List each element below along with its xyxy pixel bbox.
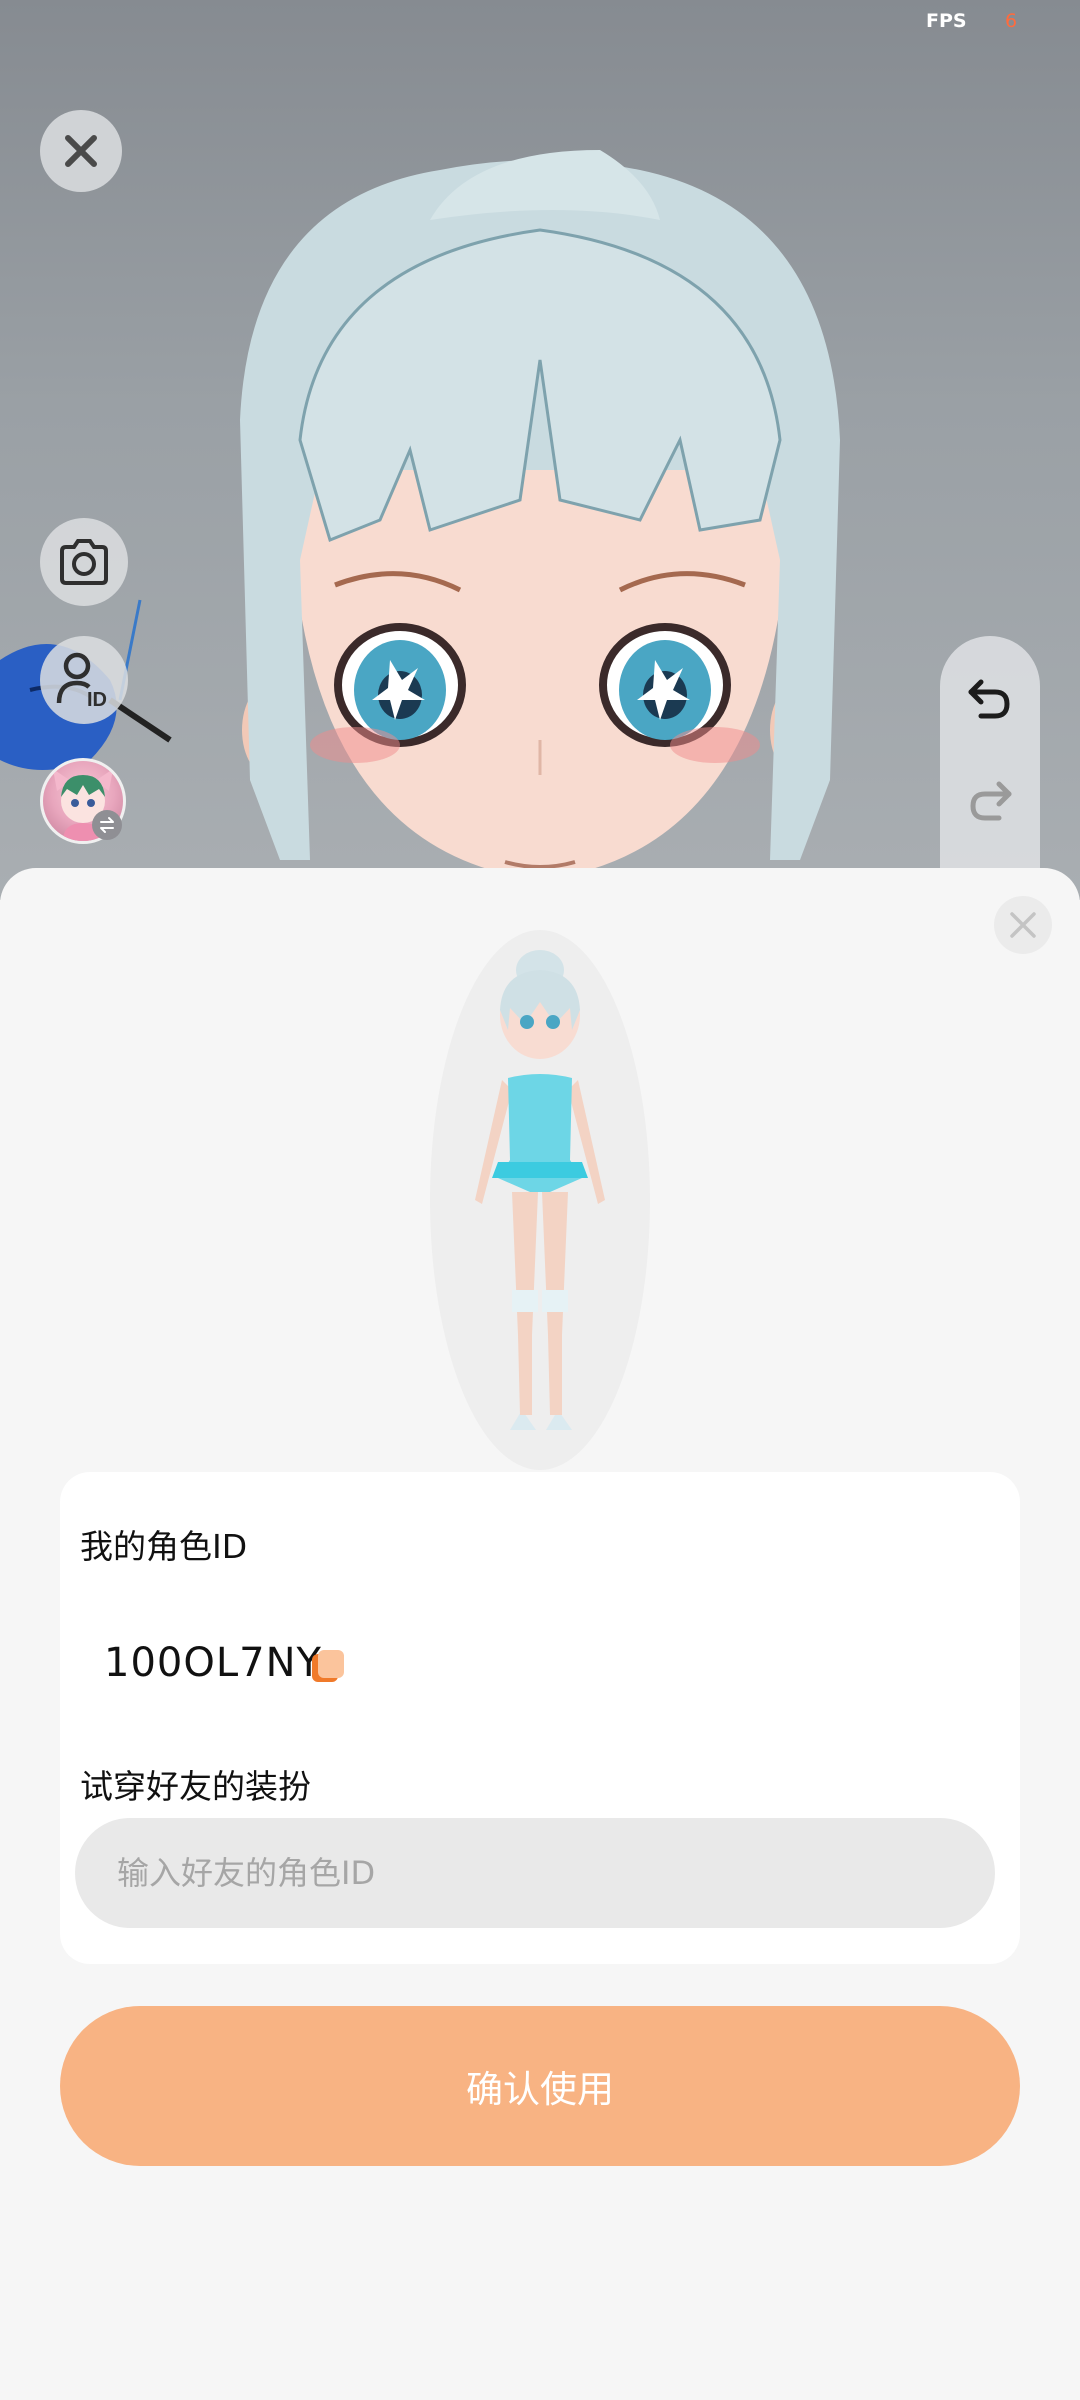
fps-value: 6 [1005, 10, 1018, 32]
undo-icon [968, 679, 1010, 719]
avatar-3d-viewport[interactable]: FPS 6 ID [0, 0, 1080, 900]
try-friend-outfit-label: 试穿好友的装扮 [80, 1767, 311, 1806]
swap-character-badge[interactable] [92, 810, 122, 840]
my-role-id-label: 我的角色ID [80, 1527, 248, 1566]
confirm-use-button[interactable]: 确认使用 [60, 2006, 1020, 2166]
camera-icon [60, 539, 108, 585]
redo-icon [970, 781, 1012, 821]
user-id-icon: ID [56, 652, 107, 709]
sheet-close-button[interactable] [994, 896, 1052, 954]
close-icon [65, 135, 97, 167]
friend-role-id-input[interactable] [75, 1818, 995, 1928]
copy-icon[interactable] [310, 1648, 346, 1684]
redo-button[interactable] [963, 774, 1017, 828]
svg-text:ID: ID [87, 689, 107, 709]
undo-button[interactable] [963, 672, 1017, 726]
character-face-render [0, 150, 840, 880]
my-role-id-value: 100OL7NY [104, 1640, 322, 1686]
camera-button[interactable] [40, 518, 128, 606]
fps-label: FPS [926, 10, 967, 32]
character-full-body-preview [430, 930, 650, 1470]
role-id-button[interactable]: ID [40, 636, 128, 724]
close-editor-button[interactable] [40, 110, 122, 192]
swap-icon [100, 817, 114, 833]
close-icon [1010, 912, 1036, 938]
